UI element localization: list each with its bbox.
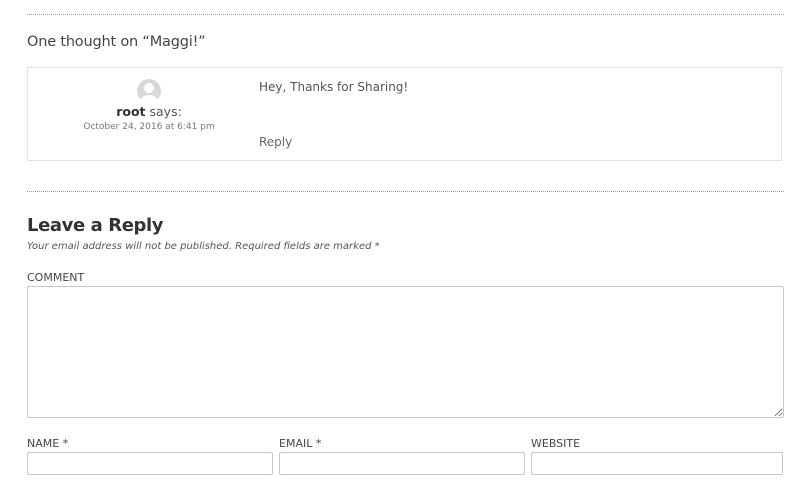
avatar-icon (137, 79, 161, 103)
required-fields-note: Your email address will not be published… (27, 241, 380, 252)
comment-reply-link[interactable]: Reply (259, 135, 292, 149)
comment-label: COMMENT (27, 271, 85, 284)
website-label: WEBSITE (531, 437, 581, 450)
comment-date-link[interactable]: October 24, 2016 at 6:41 pm (28, 122, 270, 132)
email-input[interactable] (279, 452, 525, 475)
comment-author-name: root (116, 104, 146, 119)
comment-item: root says: October 24, 2016 at 6:41 pm H… (27, 67, 782, 161)
name-input[interactable] (27, 452, 273, 475)
website-input[interactable] (531, 452, 783, 475)
top-divider (27, 14, 784, 15)
reply-form-title: Leave a Reply (27, 215, 164, 236)
section-divider (27, 191, 784, 192)
comment-says-label: says: (149, 104, 182, 119)
email-label: EMAIL * (279, 437, 322, 450)
comment-textarea[interactable] (27, 286, 784, 418)
comments-title: One thought on “Maggi!” (27, 34, 206, 50)
name-label: NAME * (27, 437, 69, 450)
comment-text: Hey, Thanks for Sharing! (259, 80, 409, 94)
comment-author-line: root says: (28, 104, 270, 119)
